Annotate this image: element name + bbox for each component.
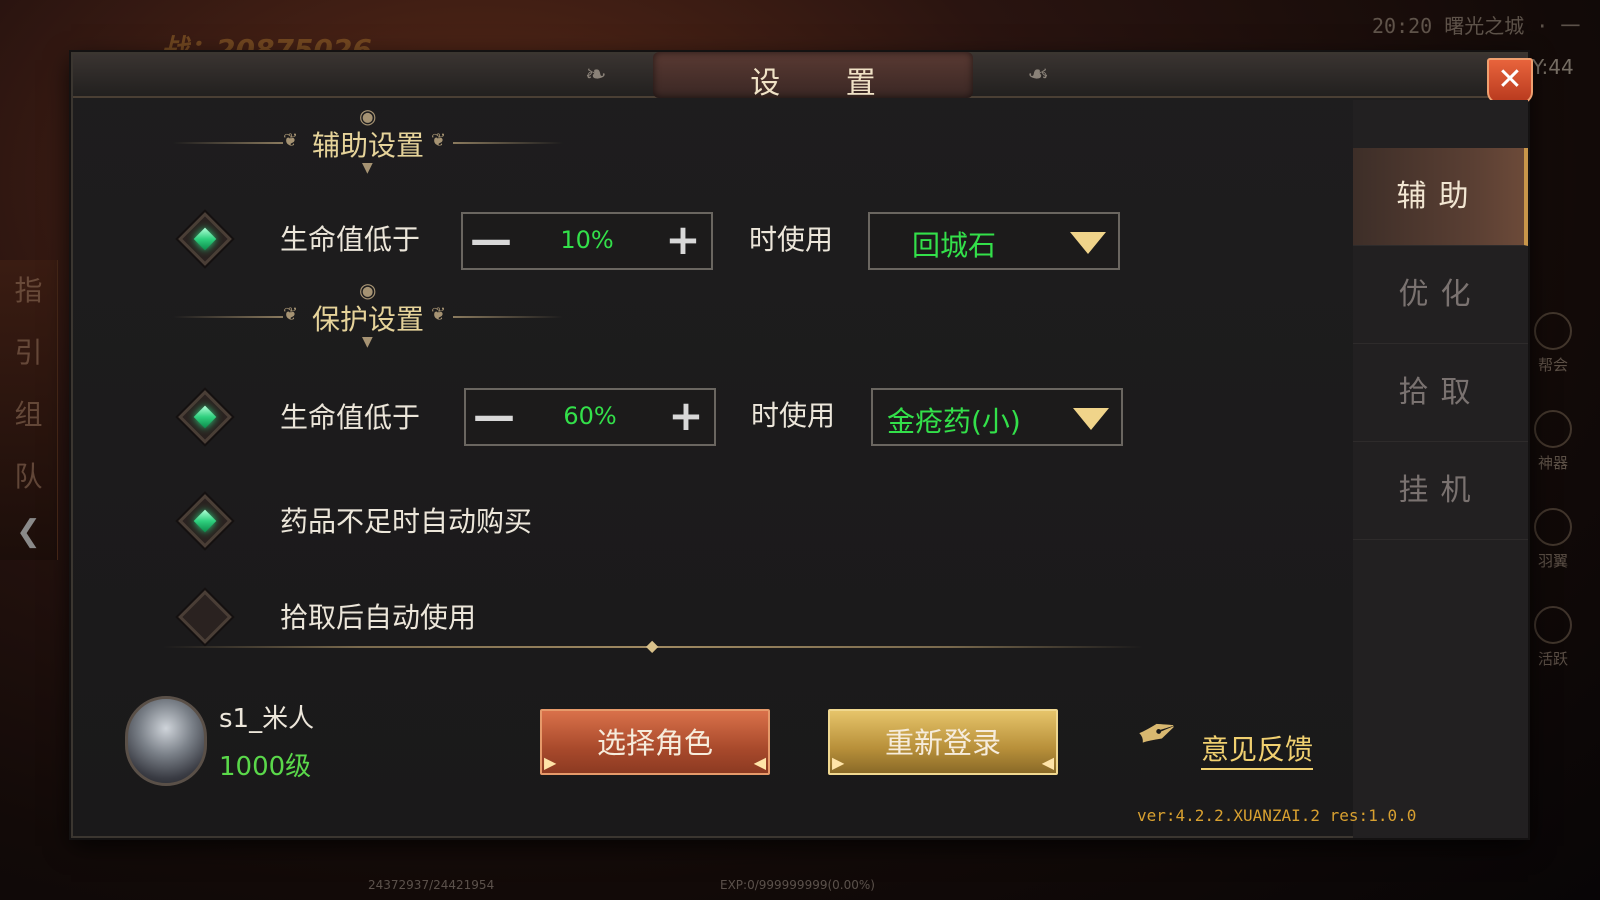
auto-buy-label: 药品不足时自动购买	[280, 505, 533, 538]
tab-assist[interactable]: 辅助	[1353, 148, 1528, 246]
protect-hp-label: 生命值低于	[280, 401, 421, 434]
close-button[interactable]: ✕	[1487, 58, 1533, 104]
left-hud-item[interactable]: 组	[0, 384, 57, 446]
assist-hp-suffix: 时使用	[749, 223, 834, 256]
collapse-arrow-icon[interactable]: ❮	[0, 514, 57, 549]
feedback-link[interactable]: ✒ 意见反馈	[1128, 699, 1337, 778]
artifact-icon[interactable]: 神器	[1528, 410, 1578, 473]
activity-icon[interactable]: 活跃	[1528, 606, 1578, 669]
decrement-button[interactable]: —	[466, 390, 522, 444]
close-icon: ✕	[1497, 62, 1523, 97]
section-protect-header: ❦ ◉ 保护设置 ❦ ▼	[163, 278, 573, 352]
increment-button[interactable]: +	[658, 390, 714, 444]
wings-icon[interactable]: 羽翼	[1528, 508, 1578, 571]
section-title: 保护设置	[311, 303, 424, 336]
increment-button[interactable]: +	[655, 214, 711, 268]
dialog-title: 设 置	[750, 66, 904, 101]
side-tabs: 辅助 优化 拾取 挂机	[1353, 100, 1528, 838]
decrement-button[interactable]: —	[463, 214, 519, 268]
protect-hp-suffix: 时使用	[751, 399, 836, 432]
assist-hp-stepper: — 10% +	[461, 212, 713, 270]
version-text: ver:4.2.2.XUANZAI.2 res:1.0.0	[1137, 806, 1417, 825]
assist-item-value: 回城石	[912, 229, 997, 262]
protect-item-select[interactable]: 金疮药(小)	[871, 388, 1123, 446]
quill-icon: ✒	[1128, 698, 1188, 768]
assist-hp-value: 10%	[560, 226, 614, 254]
feedback-label: 意见反馈	[1201, 732, 1314, 770]
dropdown-caret-icon	[1073, 408, 1109, 430]
background-clock: 20:20 曙光之城 · 一	[1372, 14, 1581, 38]
left-hud-item[interactable]: 队	[0, 446, 57, 508]
player-level: 1000级	[219, 752, 312, 782]
tab-optimize[interactable]: 优化	[1353, 246, 1528, 344]
settings-dialog: ❧ ❧ 设 置 ✕ ❦ ◉ 辅助设置 ❦ ▼ 生命值低于 — 10% + 时使用…	[71, 52, 1533, 838]
relogin-button[interactable]: ▶ 重新登录 ◀	[828, 709, 1058, 775]
auto-use-label: 拾取后自动使用	[280, 601, 477, 634]
select-role-button[interactable]: ▶ 选择角色 ◀	[540, 709, 770, 775]
background-y-coord: Y:44	[1532, 55, 1574, 79]
section-title: 辅助设置	[311, 129, 424, 162]
player-name: s1_米人	[219, 704, 315, 734]
section-assist-header: ❦ ◉ 辅助设置 ❦ ▼	[163, 104, 573, 178]
protect-hp-stepper: — 60% +	[464, 388, 716, 446]
guild-icon[interactable]: 帮会	[1528, 312, 1578, 375]
assist-hp-label: 生命值低于	[280, 223, 421, 256]
auto-buy-checkbox[interactable]	[178, 494, 232, 548]
assist-hp-checkbox[interactable]	[178, 212, 232, 266]
title-bar: ❧ ❧ 设 置	[73, 52, 1526, 101]
protect-hp-value: 60%	[563, 402, 617, 430]
avatar	[125, 696, 207, 786]
tab-pickup[interactable]: 拾取	[1353, 344, 1528, 442]
dropdown-caret-icon	[1070, 232, 1106, 254]
left-hud-item[interactable]: 引	[0, 322, 57, 384]
divider-ornament-icon: ◆	[646, 636, 659, 655]
left-hud: 指 引 组 队 ❮	[0, 260, 58, 560]
exp-readout: EXP:0/999999999(0.00%)	[720, 878, 875, 892]
title-wing-right-icon: ❧	[1027, 60, 1049, 90]
protect-hp-checkbox[interactable]	[178, 390, 232, 444]
title-wing-left-icon: ❧	[585, 60, 607, 90]
tab-afk[interactable]: 挂机	[1353, 442, 1528, 540]
hp-readout: 24372937/24421954	[368, 878, 495, 892]
auto-use-checkbox[interactable]	[178, 590, 232, 644]
protect-item-value: 金疮药(小)	[887, 405, 1021, 438]
assist-item-select[interactable]: 回城石	[868, 212, 1120, 270]
left-hud-item[interactable]: 指	[0, 260, 57, 322]
